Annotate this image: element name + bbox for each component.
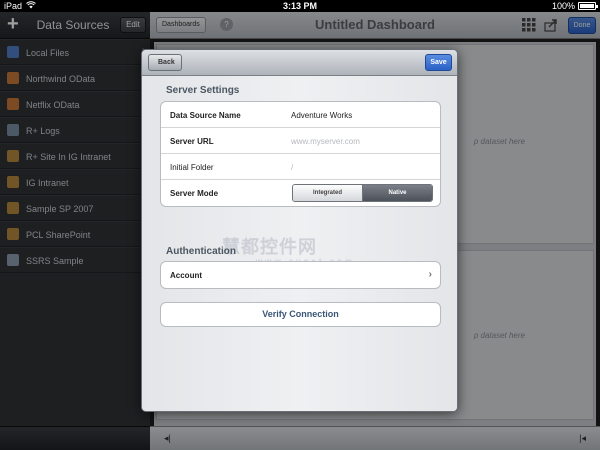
server-url-row[interactable]: Server URL www.myserver.com — [161, 128, 440, 154]
battery-icon — [578, 2, 598, 10]
clock: 3:13 PM — [282, 1, 317, 11]
server-mode-native[interactable]: Native — [363, 185, 432, 201]
server-settings-group: Data Source Name Adventure Works Server … — [160, 101, 441, 207]
server-url-field[interactable]: www.myserver.com — [291, 137, 360, 146]
data-source-name-row[interactable]: Data Source Name Adventure Works — [161, 102, 440, 128]
authentication-heading: Authentication — [166, 246, 236, 257]
back-button[interactable]: Back — [148, 54, 182, 71]
chevron-right-icon: › — [428, 269, 432, 280]
server-settings-heading: Server Settings — [166, 85, 240, 96]
field-label: Data Source Name — [170, 111, 241, 120]
field-label: Server Mode — [170, 189, 219, 198]
account-label: Account — [170, 271, 202, 280]
authentication-group: Account › — [160, 261, 441, 289]
save-button[interactable]: Save — [425, 54, 452, 71]
field-label: Initial Folder — [170, 163, 214, 172]
account-row[interactable]: Account › — [161, 262, 440, 288]
status-bar: iPad 3:13 PM 100% — [0, 0, 600, 12]
server-settings-dialog: Back Save Server Settings Data Source Na… — [141, 49, 458, 412]
dialog-body: Server Settings Data Source Name Adventu… — [142, 76, 457, 411]
server-mode-row: Server Mode Integrated Native — [161, 180, 440, 206]
field-label: Server URL — [170, 137, 214, 146]
initial-folder-row[interactable]: Initial Folder / — [161, 154, 440, 180]
verify-connection-button[interactable]: Verify Connection — [160, 302, 441, 327]
initial-folder-field[interactable]: / — [291, 163, 293, 172]
data-source-name-field[interactable]: Adventure Works — [291, 111, 352, 120]
server-mode-segmented-control[interactable]: Integrated Native — [292, 184, 433, 202]
battery-percent: 100% — [551, 1, 575, 11]
server-mode-integrated[interactable]: Integrated — [293, 185, 363, 201]
dialog-header: Back Save — [142, 50, 457, 76]
